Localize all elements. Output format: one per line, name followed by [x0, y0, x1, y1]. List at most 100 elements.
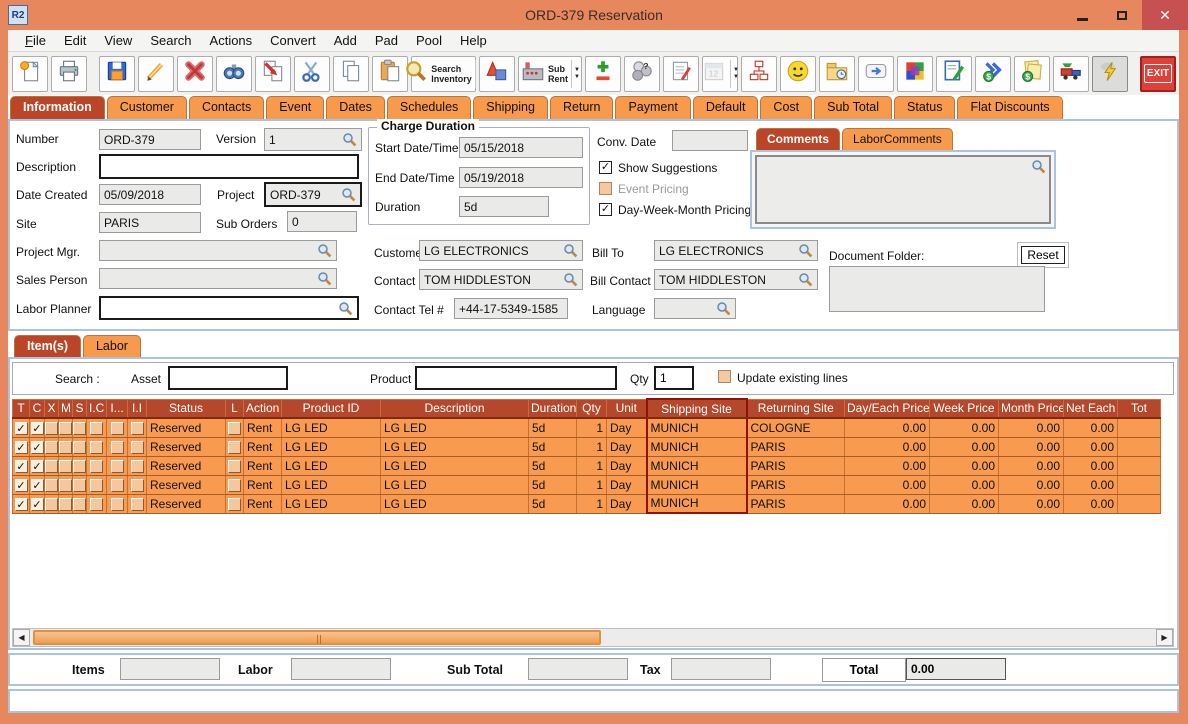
lightning-button[interactable]	[1092, 56, 1128, 92]
cell-c[interactable]	[30, 437, 45, 456]
language-field[interactable]	[654, 298, 736, 319]
row-checkbox-m[interactable]	[59, 460, 72, 473]
column-header-m[interactable]: M	[59, 399, 73, 418]
cell-t[interactable]	[13, 456, 30, 475]
copy-button[interactable]	[333, 56, 369, 92]
column-header-ii[interactable]: I.I	[128, 399, 147, 418]
column-header-tot[interactable]: Tot	[1118, 399, 1161, 418]
reset-button[interactable]: Reset	[1021, 246, 1064, 264]
cell-s[interactable]	[73, 437, 87, 456]
cell-returning_site[interactable]: PARIS	[747, 475, 845, 494]
column-header-c[interactable]: C	[30, 399, 45, 418]
transfer-document-button[interactable]	[255, 56, 291, 92]
cell-duration[interactable]: 5d	[529, 494, 577, 513]
cell-shipping_site[interactable]: MUNICH	[647, 475, 747, 494]
description-input[interactable]	[105, 160, 353, 174]
row-checkbox-m[interactable]	[59, 498, 72, 511]
cell-idot[interactable]	[107, 418, 128, 437]
graphics-shapes-button[interactable]	[479, 56, 515, 92]
row-checkbox-ii[interactable]	[131, 498, 144, 511]
smiley-button[interactable]	[780, 56, 816, 92]
row-checkbox-c[interactable]	[31, 498, 44, 511]
row-checkbox-s[interactable]	[73, 498, 86, 511]
cell-action[interactable]: Rent	[244, 456, 282, 475]
row-checkbox-x[interactable]	[45, 479, 58, 492]
scroll-right-button[interactable]: ▶	[1156, 629, 1173, 646]
column-header-t[interactable]: T	[13, 399, 30, 418]
version-field[interactable]: 1	[264, 128, 362, 151]
cell-unit[interactable]: Day	[607, 437, 647, 456]
cell-c[interactable]	[30, 418, 45, 437]
row-checkbox-idot[interactable]	[111, 422, 124, 435]
column-header-month_price[interactable]: Month Price	[999, 399, 1064, 418]
cell-c[interactable]	[30, 475, 45, 494]
cell-day_each_price[interactable]: 0.00	[845, 418, 930, 437]
find-binoculars-button[interactable]	[216, 56, 252, 92]
tab-cost[interactable]: Cost	[760, 96, 812, 119]
row-checkbox-ic[interactable]	[90, 441, 103, 454]
cell-returning_site[interactable]: PARIS	[747, 494, 845, 513]
cell-week_price[interactable]: 0.00	[930, 418, 999, 437]
cell-idot[interactable]	[107, 494, 128, 513]
product-input[interactable]	[421, 371, 611, 385]
row-checkbox-ii[interactable]	[131, 422, 144, 435]
cell-product_id[interactable]: LG LED	[282, 437, 381, 456]
qty-input[interactable]	[660, 371, 688, 385]
cell-status[interactable]: Reserved	[147, 475, 226, 494]
row-checkbox-l[interactable]	[228, 422, 241, 435]
lookup-icon[interactable]	[341, 187, 356, 202]
cell-idot[interactable]	[107, 437, 128, 456]
row-checkbox-s[interactable]	[73, 441, 86, 454]
delete-button[interactable]	[177, 56, 213, 92]
row-checkbox-x[interactable]	[45, 422, 58, 435]
end-date-field[interactable]: 05/19/2018	[459, 167, 583, 188]
pool-items-button[interactable]: ?	[624, 56, 660, 92]
lookup-icon[interactable]	[317, 271, 332, 286]
cell-shipping_site[interactable]: MUNICH	[647, 456, 747, 475]
menu-convert[interactable]: Convert	[261, 31, 325, 50]
row-checkbox-l[interactable]	[228, 460, 241, 473]
row-checkbox-x[interactable]	[45, 441, 58, 454]
cell-ic[interactable]	[87, 418, 107, 437]
cell-description[interactable]: LG LED	[381, 418, 529, 437]
cell-day_each_price[interactable]: 0.00	[845, 456, 930, 475]
cell-duration[interactable]: 5d	[529, 437, 577, 456]
cell-idot[interactable]	[107, 456, 128, 475]
cell-returning_site[interactable]: PARIS	[747, 456, 845, 475]
cell-week_price[interactable]: 0.00	[930, 437, 999, 456]
tax-field[interactable]	[671, 658, 771, 680]
tab-customer[interactable]: Customer	[107, 96, 187, 119]
cell-tot[interactable]	[1118, 437, 1161, 456]
cell-returning_site[interactable]: COLOGNE	[747, 418, 845, 437]
menu-actions[interactable]: Actions	[201, 31, 262, 50]
row-checkbox-idot[interactable]	[111, 498, 124, 511]
cell-duration[interactable]: 5d	[529, 456, 577, 475]
folder-history-button[interactable]	[819, 56, 855, 92]
lookup-icon[interactable]	[563, 243, 578, 258]
cell-t[interactable]	[13, 494, 30, 513]
column-header-status[interactable]: Status	[147, 399, 226, 418]
total-field[interactable]: 0.00	[906, 658, 1006, 680]
cell-week_price[interactable]: 0.00	[930, 456, 999, 475]
cell-status[interactable]: Reserved	[147, 418, 226, 437]
cell-shipping_site[interactable]: MUNICH	[647, 418, 747, 437]
row-checkbox-idot[interactable]	[111, 441, 124, 454]
cell-l[interactable]	[226, 418, 244, 437]
maximize-button[interactable]	[1102, 0, 1142, 30]
date-created-field[interactable]: 05/09/2018	[99, 184, 201, 205]
number-field[interactable]: ORD-379	[99, 129, 201, 150]
row-checkbox-ic[interactable]	[90, 498, 103, 511]
edit-pencil-button[interactable]	[138, 56, 174, 92]
row-checkbox-t[interactable]	[15, 460, 28, 473]
cell-status[interactable]: Reserved	[147, 456, 226, 475]
cell-returning_site[interactable]: PARIS	[747, 437, 845, 456]
cell-action[interactable]: Rent	[244, 437, 282, 456]
cell-tot[interactable]	[1118, 456, 1161, 475]
tab-event[interactable]: Event	[266, 96, 324, 119]
sub-total-field[interactable]	[528, 658, 628, 680]
column-header-net_each[interactable]: Net Each	[1064, 399, 1118, 418]
new-document-button[interactable]	[12, 56, 48, 92]
cell-ic[interactable]	[87, 475, 107, 494]
cell-shipping_site[interactable]: MUNICH	[647, 437, 747, 456]
cell-x[interactable]	[45, 456, 59, 475]
